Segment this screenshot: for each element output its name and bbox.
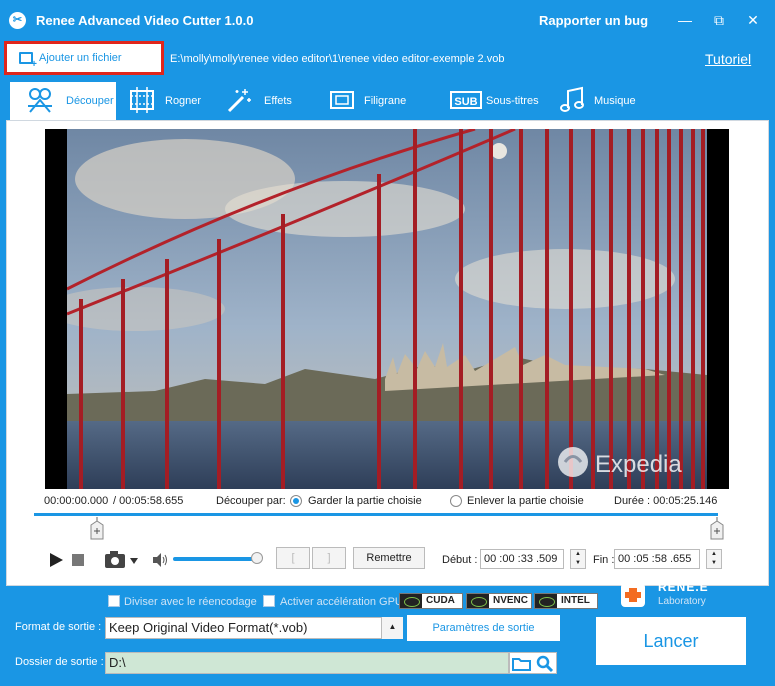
gpu-accel-label: Activer accélération GPU [280,596,403,608]
output-folder-field[interactable]: D:\ [105,652,509,674]
music-note-icon [560,86,584,112]
tab-cut[interactable]: Découper [10,82,116,122]
subtitle-icon: SUB [450,91,482,109]
renee-sub: Laboratory [658,596,706,607]
total-duration: / 00:05:58.655 [113,495,184,507]
volume-slider-thumb[interactable] [251,552,263,564]
selection-duration: Durée : 00:05:25.146 [614,495,718,507]
renee-brand: RENE.E [658,580,709,594]
gpu-accel-checkbox[interactable] [263,595,275,607]
reset-button[interactable]: Remettre [353,547,425,569]
search-icon[interactable] [536,655,554,673]
tab-label: Rogner [165,95,202,107]
nvidia-chip-icon [400,594,422,608]
snapshot-icon[interactable] [104,550,140,570]
tutorial-link[interactable]: Tutoriel [705,51,751,67]
nvidia-chip-icon [467,594,489,608]
tab-watermark[interactable]: Filigrane [326,82,421,120]
chevron-up-icon[interactable]: ▲ [381,617,403,639]
watermark-icon [330,91,354,109]
start-time-label: Début : [442,554,478,566]
start-time-spinner[interactable]: ▲ ▼ [570,549,586,569]
launch-button[interactable]: Lancer [596,617,746,665]
cuda-badge[interactable]: CUDA [399,593,463,609]
tab-label: Découper [66,95,114,107]
tab-label: Musique [594,95,636,107]
keep-label: Garder la partie choisie [308,495,422,507]
maximize-button[interactable]: ⧉ [709,10,729,30]
folder-tools [509,652,557,674]
svg-text:SUB: SUB [454,96,477,108]
current-position: 00:00:00.000 [44,495,109,507]
film-crop-icon [130,87,154,113]
video-watermark: Expedia [595,451,682,478]
tab-crop[interactable]: Rogner [124,82,214,120]
intel-badge[interactable]: INTEL [534,593,598,609]
cut-by-label: Découper par: [216,495,286,507]
format-select[interactable]: Keep Original Video Format(*.vob) [105,617,403,639]
timeline-selection[interactable] [34,513,718,516]
volume-icon[interactable] [152,552,168,568]
file-path: E:\molly\molly\renee video editor\1\rene… [170,53,505,65]
stop-icon[interactable] [72,554,85,567]
end-time-label: Fin : [593,554,615,566]
split-reencode-checkbox[interactable] [108,595,120,607]
remove-radio[interactable] [450,495,462,507]
app-logo-icon: ✂ [9,12,26,29]
intel-label: INTEL [561,595,590,606]
intel-chip-icon [535,594,557,608]
remove-label: Enlever la partie choisie [467,495,584,507]
renee-logo: RENE.E Laboratory [618,580,728,610]
close-button[interactable]: ✕ [743,10,763,30]
folder-icon[interactable] [512,656,532,672]
add-file-icon [19,52,37,70]
tab-effects[interactable]: Effets [225,82,310,120]
end-time-field[interactable]: 00 :05 :58 .655 [614,549,700,569]
minimize-button[interactable]: — [675,10,695,30]
play-icon[interactable] [47,551,65,569]
split-reencode-label: Diviser avec le réencodage [124,596,257,608]
tab-label: Filigrane [364,95,407,107]
cuda-label: CUDA [426,595,455,606]
scissors-reel-icon [28,88,52,113]
output-settings-button[interactable]: Paramètres de sortie [407,615,560,641]
report-bug-link[interactable]: Rapporter un bug [539,13,648,28]
tab-label: Effets [264,95,292,107]
end-handle[interactable] [710,517,724,541]
app-title: Renee Advanced Video Cutter 1.0.0 [36,13,254,28]
tab-label: Sous-titres [486,95,539,107]
video-frame: Expedia [45,129,729,489]
tab-music[interactable]: Musique [558,82,648,120]
tab-subtitles[interactable]: SUB Sous-titres [447,82,547,120]
volume-slider[interactable] [173,557,259,561]
keep-radio[interactable] [290,495,302,507]
renee-cross-icon [621,583,645,607]
format-label: Format de sortie : [15,621,102,633]
start-handle[interactable] [90,517,104,541]
start-time-field[interactable]: 00 :00 :33 .509 [480,549,564,569]
folder-label: Dossier de sortie : [15,656,104,668]
set-start-button[interactable]: [ [276,547,310,569]
end-time-spinner[interactable]: ▲ ▼ [706,549,722,569]
nvenc-badge[interactable]: NVENC [466,593,532,609]
nvenc-label: NVENC [493,595,529,606]
set-end-button[interactable]: ] [312,547,346,569]
video-preview[interactable]: Expedia [45,129,729,489]
magic-wand-icon [227,89,251,113]
